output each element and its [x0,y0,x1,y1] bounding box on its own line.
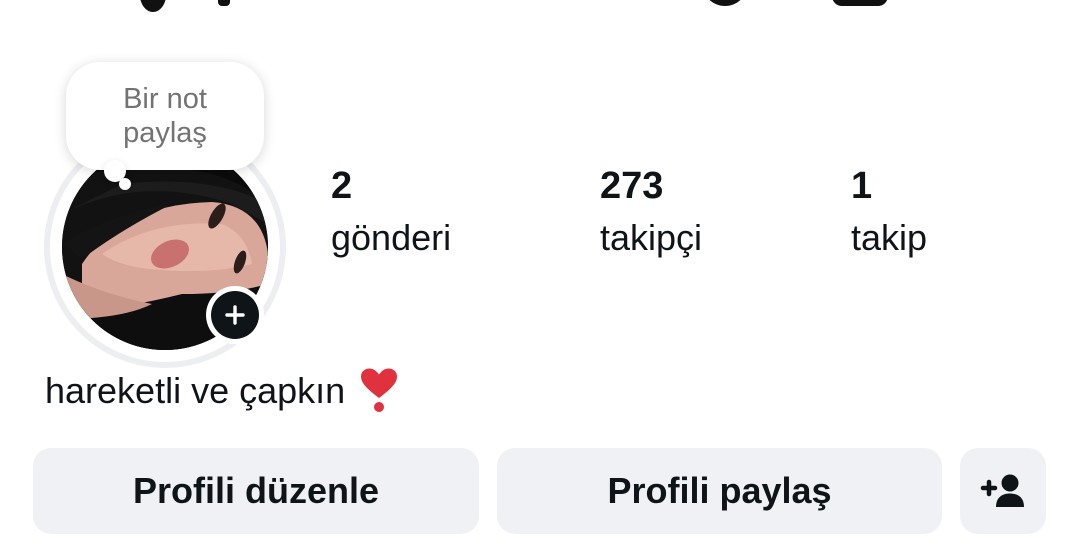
heavy-heart-exclamation-icon [361,368,398,412]
add-story-button[interactable] [206,286,264,344]
note-placeholder-line1: Bir not [123,83,207,115]
note-placeholder-line2: paylaş [123,117,207,149]
posts-count: 2 [331,165,353,207]
add-user-icon [980,474,1024,507]
posts-label: gönderi [331,217,452,258]
followers-stat[interactable]: 273 takipçi [600,164,702,260]
bio-text: hareketli ve çapkın [45,370,346,411]
threads-icon-fragment[interactable] [702,0,748,6]
header-fragment [140,0,166,12]
note-bubble[interactable]: Bir not paylaş [66,62,264,170]
followers-label: takipçi [600,217,703,258]
edit-profile-label: Profili düzenle [132,470,380,511]
create-icon-fragment[interactable] [832,0,888,6]
plus-icon [225,305,245,325]
posts-stat[interactable]: 2 gönderi [331,164,451,260]
following-stat[interactable]: 1 takip [851,164,927,260]
share-profile-label: Profili paylaş [607,470,832,511]
edit-profile-button[interactable]: Profili düzenle [33,448,479,534]
note-bubble-tail-small [119,178,131,190]
following-count: 1 [851,165,873,207]
followers-count: 273 [600,165,664,207]
header-fragment [218,0,230,6]
following-label: takip [851,217,928,258]
discover-people-button[interactable] [960,448,1046,534]
profile-bio: hareketli ve çapkın [45,368,399,414]
share-profile-button[interactable]: Profili paylaş [497,448,942,534]
